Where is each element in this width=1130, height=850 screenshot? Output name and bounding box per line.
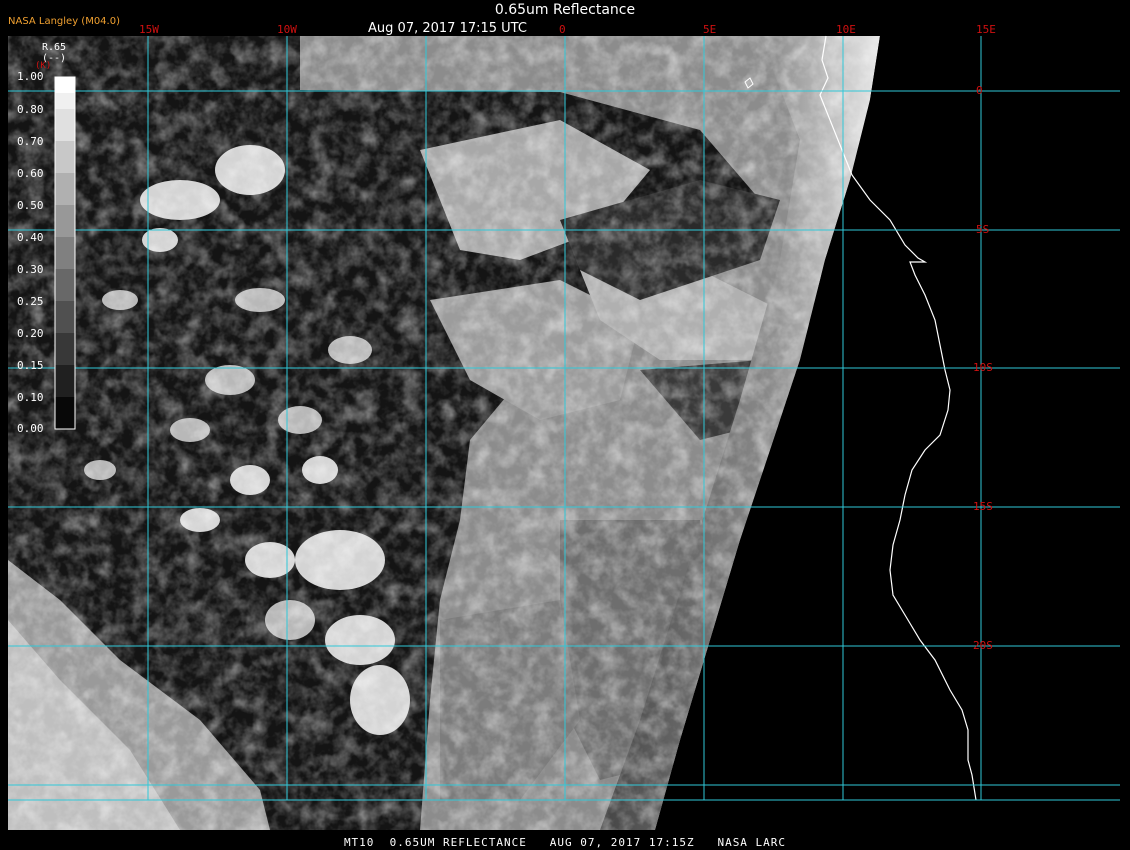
lat-label-15s: 15S: [973, 500, 993, 513]
satellite-reflectance-map[interactable]: [0, 0, 1130, 850]
colorbar-tick: 0.60: [17, 167, 44, 180]
colorbar-tick: 1.00: [17, 70, 44, 83]
lon-label-10e: 10E: [836, 23, 856, 36]
colorbar-tick: 0.40: [17, 231, 44, 244]
lon-label-15w: 15W: [139, 23, 159, 36]
colorbar-tick: 0.50: [17, 199, 44, 212]
colorbar-tick: 0.10: [17, 391, 44, 404]
cloud-layer: [8, 36, 880, 830]
colorbar-tick: 0.30: [17, 263, 44, 276]
satellite-image-viewer: 0.65um Reflectance Aug 07, 2017 17:15 UT…: [0, 0, 1130, 850]
lat-label-20s: 20S: [973, 639, 993, 652]
colorbar-tick: 0.80: [17, 103, 44, 116]
colorbar-scale: [54, 76, 76, 430]
lat-label-10s: 10S: [973, 361, 993, 374]
lon-label-10w: 10W: [277, 23, 297, 36]
producer-label: NASA Langley (M04.0): [8, 16, 120, 27]
colorbar-tick: 0.25: [17, 295, 44, 308]
lon-label-15e: 15E: [976, 23, 996, 36]
image-title: 0.65um Reflectance: [494, 2, 636, 18]
colorbar-tick: 0.70: [17, 135, 44, 148]
lat-label-0: 0: [976, 84, 983, 97]
lon-label-5e: 5E: [703, 23, 717, 36]
lon-label-0: 0: [559, 23, 566, 36]
colorbar-variable: R.65: [41, 42, 67, 53]
colorbar-tick: 0.20: [17, 327, 44, 340]
footer-caption: MT10 0.65UM REFLECTANCE AUG 07, 2017 17:…: [343, 836, 787, 849]
colorbar-tick: 0.15: [17, 359, 44, 372]
colorbar-tick: 0.00: [17, 422, 44, 435]
lat-label-5s: 5S: [976, 223, 990, 236]
image-datetime: Aug 07, 2017 17:15 UTC: [368, 21, 527, 36]
